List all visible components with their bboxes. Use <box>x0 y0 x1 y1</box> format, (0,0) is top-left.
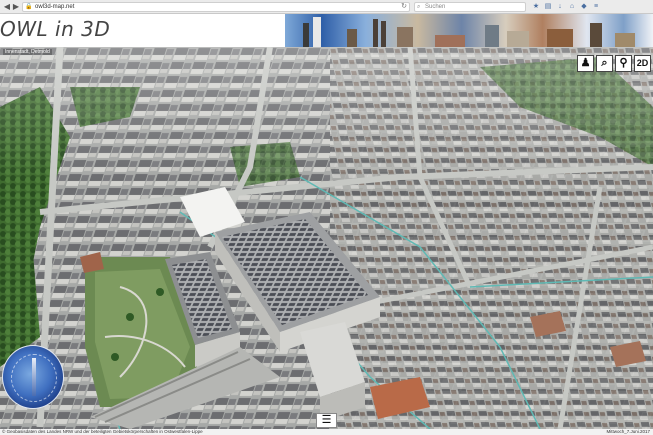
browser-toolbar-icons: ★ ▤ ↓ ⌂ ◆ ≡ <box>532 2 600 12</box>
lock-icon: 🔒 <box>25 4 33 10</box>
navigation-compass[interactable] <box>2 345 64 409</box>
browser-search-input[interactable]: ⌕ Suchen <box>414 2 526 12</box>
download-icon[interactable]: ↓ <box>556 2 564 12</box>
compass-needle-icon <box>32 358 36 396</box>
hamburger-menu-button[interactable]: ☰ <box>316 413 337 428</box>
pedestrian-view-button[interactable]: ♟ <box>577 55 594 72</box>
map-controls: ♟ ⌕ ⚲ 2D <box>577 55 651 72</box>
url-text: owl3d-map.net <box>35 4 75 10</box>
browser-toolbar: ◀ ▶ 🔒 owl3d-map.net ↻ ⌕ Suchen ★ ▤ ↓ ⌂ ◆… <box>0 0 653 14</box>
search-button[interactable]: ⌕ <box>596 55 613 72</box>
map-3d-viewport[interactable]: Innenstadt, Detmold ♟ ⌕ ⚲ 2D ☰ <box>0 47 653 429</box>
addon-icon[interactable]: ◆ <box>580 2 588 12</box>
bookmark-icon[interactable]: ▤ <box>544 2 552 12</box>
city-3d-render[interactable] <box>0 47 653 429</box>
forward-icon[interactable]: ▶ <box>11 2 21 12</box>
menu-icon[interactable]: ≡ <box>592 2 600 12</box>
address-bar[interactable]: 🔒 owl3d-map.net ↻ <box>22 2 410 12</box>
2d-mode-button[interactable]: 2D <box>634 55 651 72</box>
search-placeholder: Suchen <box>425 4 446 10</box>
header-banner-image <box>285 14 653 47</box>
location-pin-button[interactable]: ⚲ <box>615 55 632 72</box>
site-title: OWL in 3D <box>0 17 111 41</box>
search-icon: ⌕ <box>417 4 421 10</box>
reload-icon[interactable]: ↻ <box>401 3 407 11</box>
location-label: Innenstadt, Detmold <box>3 49 52 55</box>
copyright-text: © Geobasisdaten des Landes NRW und der b… <box>2 429 203 434</box>
home-icon[interactable]: ⌂ <box>568 2 576 12</box>
site-header: OWL in 3D <box>0 14 653 47</box>
footer-bar: © Geobasisdaten des Landes NRW und der b… <box>0 429 653 435</box>
star-icon[interactable]: ★ <box>532 2 540 12</box>
version-text: Mittwoch_7.Juni.2017 <box>606 429 650 434</box>
